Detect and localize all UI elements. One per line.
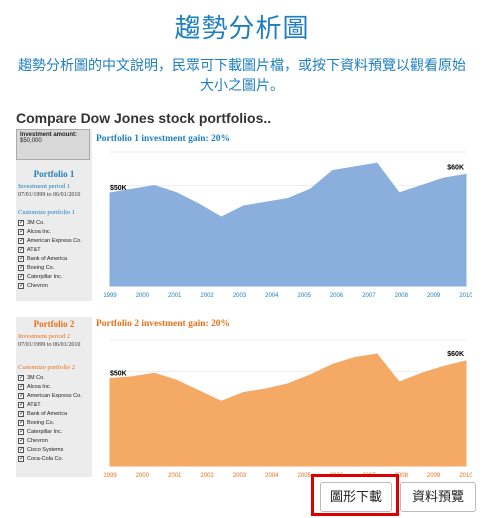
checkbox-checked-icon[interactable]: ✓ — [18, 282, 24, 289]
x-tick-label: 2007 — [362, 293, 376, 299]
checkbox-checked-icon[interactable]: ✓ — [18, 455, 24, 462]
x-tick-label: 1999 — [103, 473, 117, 479]
checkbox-checked-icon[interactable]: ✓ — [18, 437, 24, 444]
portfolio2-gain-title: Portfolio 2 investment gain: 20% — [96, 319, 231, 329]
checkbox-checked-icon[interactable]: ✓ — [18, 255, 24, 262]
company-checkbox[interactable]: ✓ American Express Co. — [18, 391, 92, 400]
checkbox-checked-icon[interactable]: ✓ — [18, 383, 24, 390]
checkbox-checked-icon[interactable]: ✓ — [18, 228, 24, 235]
portfolio1-company-list: ✓ 3M Co. ✓ Alcoa Inc. ✓ American Express Co… — [18, 218, 92, 290]
x-tick-label: 2000 — [136, 473, 150, 479]
x-tick-label: 2005 — [298, 293, 312, 299]
portfolio1-area-chart: 1999 2000 2001 2002 2003 2004 2005 2006 2007 2008… — [103, 151, 472, 299]
portfolio2-heading: Portfolio 2 — [33, 319, 75, 329]
end-value-label: $60K — [447, 351, 464, 358]
portfolio2-period-value[interactable]: 07/01/1999 to 06/01/2010 — [18, 342, 80, 348]
company-checkbox[interactable]: ✓ Bank of America — [18, 254, 92, 263]
checkbox-checked-icon[interactable]: ✓ — [18, 219, 24, 226]
checkbox-checked-icon[interactable]: ✓ — [18, 374, 24, 381]
investment-amount-box[interactable]: Investment amount: $50,000 — [16, 129, 90, 160]
portfolio1-period-value[interactable]: 07/01/1999 to 06/01/2010 — [18, 192, 80, 198]
x-tick-label: 2004 — [265, 293, 279, 299]
checkbox-checked-icon[interactable]: ✓ — [18, 264, 24, 271]
page-title: 趨勢分析圖 — [174, 14, 310, 44]
portfolio2-customize-label: Customize portfolio 2 — [18, 364, 76, 371]
dashboard-title: Compare Dow Jones stock portfolios.. — [16, 110, 272, 126]
page-description: 趨勢分析圖的中文說明，民眾可下載圖片檔，或按下資料預覽以觀看原始大小之圖片。 — [18, 58, 466, 94]
company-checkbox[interactable]: ✓ 3M Co. — [18, 218, 92, 227]
portfolio1-period-label: Investment period 1 — [18, 183, 70, 190]
portfolio2-period-label: Investment period 2 — [18, 333, 70, 340]
portfolio2-panel: Portfolio 2 Investment period 2 07/01/19… — [16, 317, 92, 477]
end-value-label: $60K — [447, 164, 464, 171]
company-checkbox[interactable]: ✓ 3M Co. — [18, 373, 92, 382]
company-checkbox[interactable]: ✓ Cisco Systems — [18, 445, 92, 454]
x-tick-label: 2002 — [200, 473, 214, 479]
company-checkbox[interactable]: ✓ Chevron — [18, 436, 92, 445]
series-area — [109, 162, 467, 287]
data-preview-button[interactable]: 資料預覽 — [400, 482, 476, 512]
company-checkbox[interactable]: ✓ Caterpillar Inc. — [18, 272, 92, 281]
company-checkbox[interactable]: ✓ Bank of America — [18, 409, 92, 418]
x-tick-label: 2008 — [395, 293, 409, 299]
company-checkbox[interactable]: ✓ Alcoa Inc. — [18, 227, 92, 236]
company-checkbox[interactable]: ✓ American Express Co. — [18, 236, 92, 245]
x-tick-label: 2003 — [233, 293, 247, 299]
x-tick-label: 2009 — [427, 473, 441, 479]
checkbox-checked-icon[interactable]: ✓ — [18, 410, 24, 417]
checkbox-checked-icon[interactable]: ✓ — [18, 237, 24, 244]
x-tick-label: 2001 — [168, 473, 182, 479]
x-tick-label: 2005 — [298, 473, 312, 479]
start-value-label: $50K — [110, 185, 127, 192]
portfolio1-customize-label: Customize portfolio 1 — [18, 209, 76, 216]
company-checkbox[interactable]: ✓ Boeing Co. — [18, 263, 92, 272]
x-tick-label: 2009 — [427, 293, 441, 299]
company-checkbox[interactable]: ✓ Chevron — [18, 281, 92, 290]
company-checkbox[interactable]: ✓ Alcoa Inc. — [18, 382, 92, 391]
start-value-label: $50K — [110, 371, 127, 378]
x-tick-label: 2010 — [459, 293, 472, 299]
x-tick-label: 1999 — [103, 293, 117, 299]
checkbox-checked-icon[interactable]: ✓ — [18, 419, 24, 426]
checkbox-checked-icon[interactable]: ✓ — [18, 246, 24, 253]
checkbox-checked-icon[interactable]: ✓ — [18, 392, 24, 399]
series-area — [109, 353, 467, 467]
checkbox-checked-icon[interactable]: ✓ — [18, 273, 24, 280]
x-tick-label: 2003 — [233, 473, 247, 479]
x-tick-label: 2006 — [330, 293, 344, 299]
x-tick-label: 2000 — [136, 293, 150, 299]
dashboard-preview: Compare Dow Jones stock portfolios.. Inv… — [12, 110, 474, 479]
highlight-box — [311, 474, 399, 516]
portfolio2-area-chart: 1999 2000 2001 2002 2003 2004 2005 2006 2007 2008… — [103, 339, 472, 479]
checkbox-checked-icon[interactable]: ✓ — [18, 401, 24, 408]
x-tick-label: 2002 — [200, 293, 214, 299]
portfolio1-panel: Investment amount: $50,000 Portfolio 1 I… — [16, 129, 92, 301]
company-checkbox[interactable]: ✓ Boeing Co. — [18, 418, 92, 427]
investment-amount-value: $50,000 — [20, 138, 42, 144]
portfolio1-heading: Portfolio 1 — [33, 169, 75, 179]
checkbox-checked-icon[interactable]: ✓ — [18, 428, 24, 435]
portfolio1-gain-title: Portfolio 1 investment gain: 20% — [96, 134, 231, 144]
x-tick-label: 2010 — [459, 473, 472, 479]
company-checkbox[interactable]: ✓ AT&T — [18, 400, 92, 409]
company-checkbox[interactable]: ✓ AT&T — [18, 245, 92, 254]
x-tick-label: 2004 — [265, 473, 279, 479]
company-checkbox[interactable]: ✓ Caterpillar Inc. — [18, 427, 92, 436]
portfolio2-company-list: ✓ 3M Co. ✓ Alcoa Inc. ✓ American Express Co… — [18, 373, 92, 463]
checkbox-checked-icon[interactable]: ✓ — [18, 446, 24, 453]
x-tick-label: 2001 — [168, 293, 182, 299]
company-checkbox[interactable]: ✓ Coca-Cola Co. — [18, 454, 92, 463]
